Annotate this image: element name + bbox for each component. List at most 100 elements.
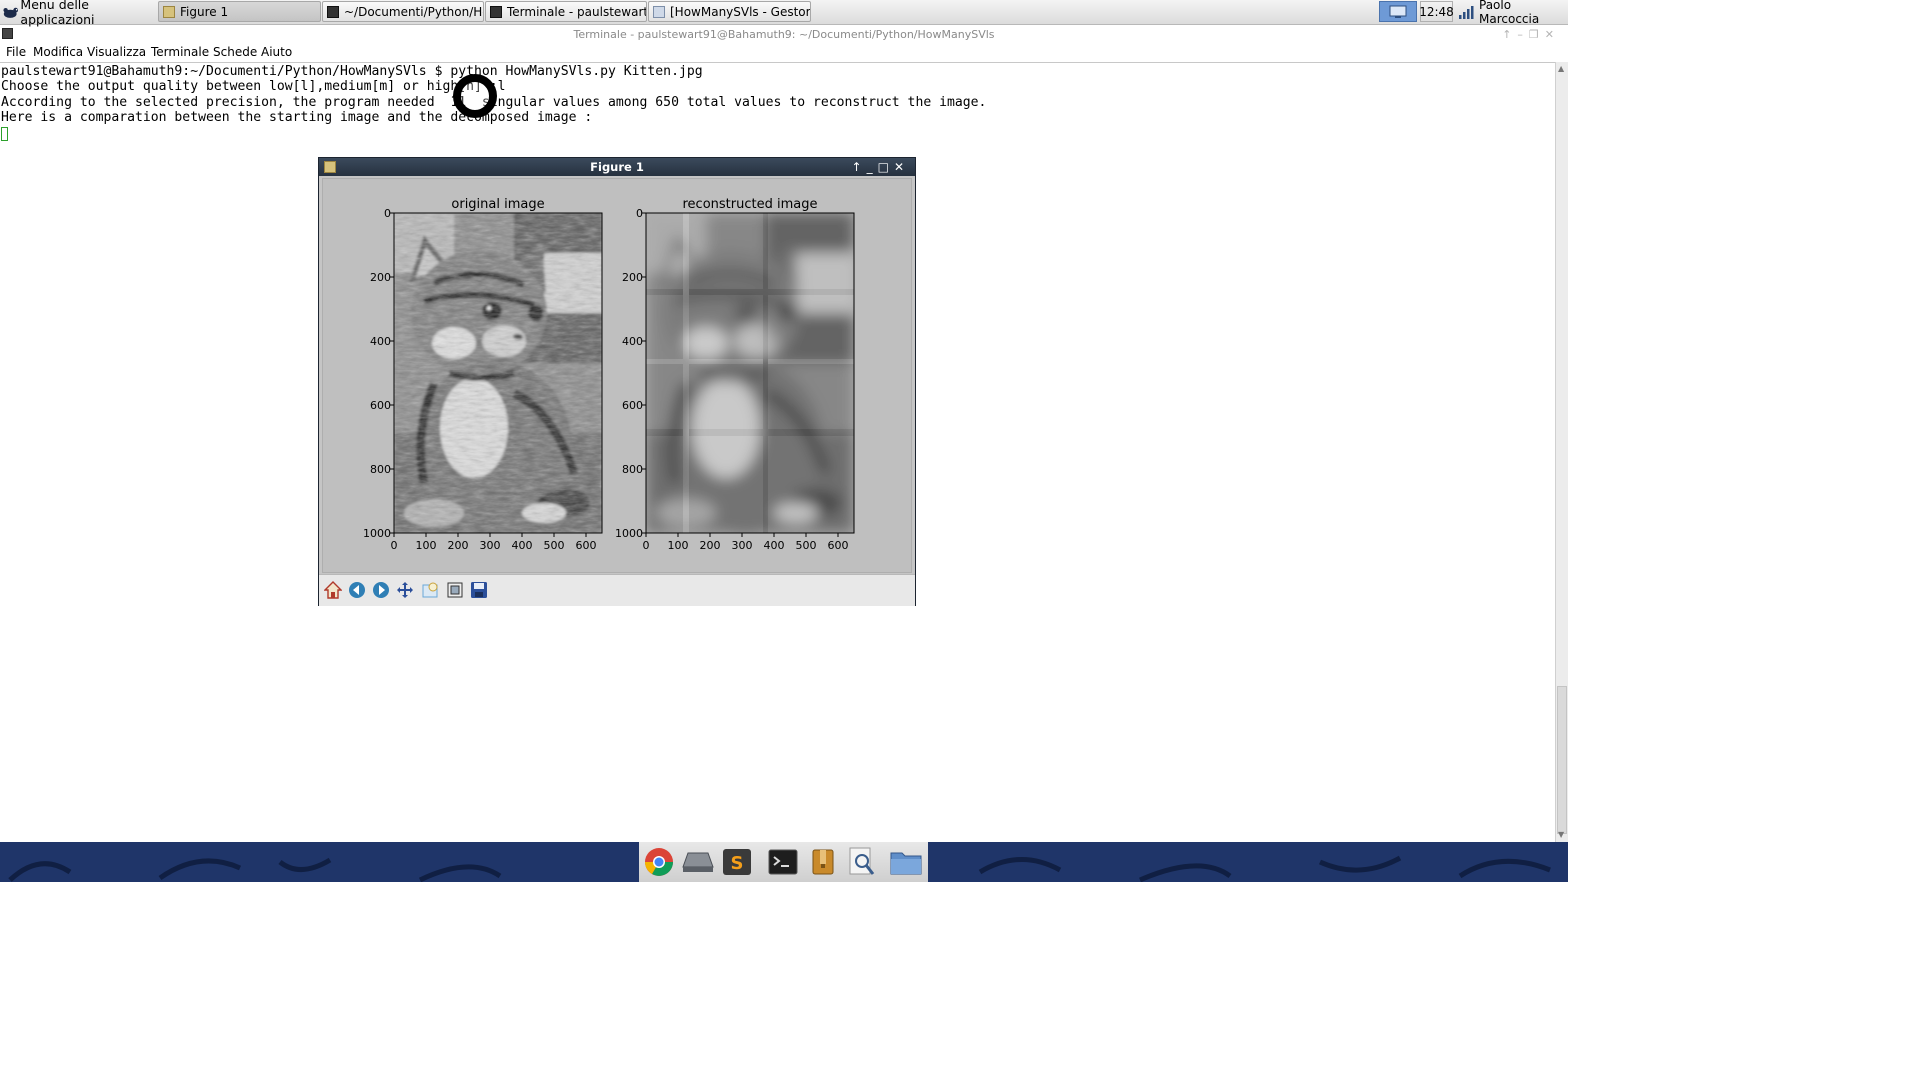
- toolbar-save-button[interactable]: [469, 580, 489, 600]
- zoom-rect-icon: [422, 582, 438, 598]
- chrome-icon: [645, 848, 673, 876]
- menu-modifica[interactable]: Modifica: [33, 45, 83, 59]
- sublime-text-icon: S: [723, 849, 751, 875]
- x-tick-label: 100: [416, 539, 437, 552]
- dock-sublime-text[interactable]: S: [721, 847, 753, 877]
- y-tick-label: 1000: [615, 527, 643, 540]
- y-tick-label: 400: [370, 335, 391, 348]
- toolbar-home-button[interactable]: [323, 580, 343, 600]
- dock-file-manager[interactable]: [890, 847, 922, 877]
- menu-aiuto[interactable]: Aiuto: [261, 45, 292, 59]
- y-tick-label: 800: [622, 463, 643, 476]
- taskbar-item-terminal[interactable]: Terminale - paulstewart...: [485, 1, 647, 22]
- pan-move-icon: [397, 582, 413, 598]
- axes-title-reconstructed: reconstructed image: [683, 197, 818, 212]
- menu-visualizza[interactable]: Visualizza: [87, 45, 146, 59]
- close-icon[interactable]: ✕: [1545, 28, 1560, 41]
- dock-drive[interactable]: [682, 847, 714, 877]
- y-tick-label: 600: [622, 399, 643, 412]
- menu-file[interactable]: File: [6, 45, 26, 59]
- forward-arrow-icon: [373, 582, 389, 598]
- maximize-icon[interactable]: ❐: [1529, 28, 1545, 41]
- terminal-line: Here is a comparation between the starti…: [1, 110, 593, 125]
- user-menu[interactable]: Paolo Marcoccia: [1479, 0, 1567, 26]
- x-tick-label: 400: [512, 539, 533, 552]
- top-panel: Menu delle applicazioni Figure 1 ~/Docum…: [0, 0, 1568, 27]
- figure-window-title: Figure 1: [590, 160, 644, 174]
- close-icon[interactable]: ✕: [894, 160, 909, 174]
- toolbar-pan-button[interactable]: [395, 580, 415, 600]
- dock-image-viewer[interactable]: [846, 847, 878, 877]
- minimize-icon[interactable]: –: [1517, 28, 1529, 41]
- x-tick-label: 600: [828, 539, 849, 552]
- archive-manager-icon: [812, 849, 834, 875]
- terminal-cursor: [1, 127, 8, 141]
- figure-plot: original image reconstructed image 0 100 2…: [363, 197, 855, 552]
- scroll-down-icon[interactable]: ▼: [1558, 830, 1564, 839]
- matplotlib-icon: [163, 5, 175, 18]
- taskbar-item-file-manager[interactable]: [HowManySVls - Gestor...: [648, 1, 811, 22]
- x-tick-label: 300: [480, 539, 501, 552]
- taskbar-item-label: [HowManySVls - Gestor...: [670, 4, 811, 19]
- dock-archive-manager[interactable]: [807, 847, 839, 877]
- applications-menu-label: Menu delle applicazioni: [20, 0, 95, 27]
- y-tick-label: 600: [370, 399, 391, 412]
- clock[interactable]: 12:48: [1419, 1, 1454, 22]
- figure-titlebar[interactable]: Figure 1 ↑_□✕: [319, 158, 915, 176]
- window-controls[interactable]: ↑–❐✕: [1502, 25, 1560, 44]
- toolbar-zoom-button[interactable]: [420, 580, 440, 600]
- terminal-icon: [768, 849, 798, 875]
- signal-strength-icon: [1459, 5, 1474, 19]
- toolbar-subplots-button[interactable]: [445, 580, 465, 600]
- terminal-titlebar[interactable]: Terminale - paulstewart91@Bahamuth9: ~/D…: [0, 25, 1568, 44]
- axes-title-original: original image: [451, 197, 544, 212]
- matplotlib-icon: [324, 161, 336, 173]
- toolbar-back-button[interactable]: [347, 580, 367, 600]
- window-up-icon[interactable]: ↑: [1502, 28, 1517, 41]
- toolbar-forward-button[interactable]: [371, 580, 391, 600]
- scrollbar-thumb[interactable]: [1557, 686, 1567, 834]
- taskbar-item-label: ~/Documenti/Python/Ho...: [344, 4, 483, 19]
- terminal-window-icon: [2, 28, 13, 39]
- window-up-icon[interactable]: ↑: [852, 160, 867, 174]
- menu-terminale[interactable]: Terminale: [151, 45, 209, 59]
- taskbar-item-figure1[interactable]: Figure 1: [158, 1, 321, 22]
- figure-canvas[interactable]: original image reconstructed image 0 100 2…: [322, 178, 912, 573]
- reconstructed-image-raster: [646, 213, 854, 533]
- taskbar-item-terminal-documenti[interactable]: ~/Documenti/Python/Ho...: [322, 1, 484, 22]
- y-tick-label: 400: [622, 335, 643, 348]
- terminal-line: paulstewart91@Bahamuth9:~/Documenti/Pyth…: [1, 64, 703, 79]
- terminal-icon: [490, 5, 502, 18]
- y-tick-label: 200: [370, 271, 391, 284]
- figure-window[interactable]: Figure 1 ↑_□✕ original image reconstruct…: [318, 157, 916, 606]
- network-indicator[interactable]: [1456, 1, 1476, 22]
- folder-icon: [653, 5, 665, 18]
- application-dock: S: [639, 842, 928, 882]
- configure-subplots-icon: [447, 582, 463, 598]
- y-tick-label: 0: [384, 207, 391, 220]
- workspace-switcher-icon: [1389, 5, 1407, 18]
- dock-chrome[interactable]: [643, 847, 675, 877]
- xfce-mouse-icon: [3, 7, 19, 18]
- terminal-scrollbar[interactable]: ▲ ▼: [1555, 62, 1568, 842]
- terminal-line: Choose the output quality between low[l]…: [1, 79, 506, 94]
- menu-schede[interactable]: Schede: [213, 45, 257, 59]
- y-tick-label: 1000: [363, 527, 391, 540]
- dock-terminal[interactable]: [767, 847, 799, 877]
- x-tick-label: 500: [796, 539, 817, 552]
- save-icon: [471, 582, 487, 598]
- applications-menu-button[interactable]: Menu delle applicazioni: [2, 0, 154, 27]
- bottom-panel: S: [0, 842, 1568, 882]
- original-image-raster: [394, 213, 602, 533]
- y-tick-label: 200: [622, 271, 643, 284]
- y-tick-label: 800: [370, 463, 391, 476]
- home-icon: [324, 581, 342, 599]
- workspace-switcher[interactable]: [1379, 1, 1417, 22]
- back-arrow-icon: [349, 582, 365, 598]
- terminal-menubar: File Modifica Visualizza Terminale Sched…: [0, 44, 1568, 62]
- maximize-icon[interactable]: □: [878, 160, 894, 174]
- x-tick-label: 0: [643, 539, 650, 552]
- terminal-icon: [327, 5, 339, 18]
- scroll-up-icon[interactable]: ▲: [1558, 64, 1564, 73]
- minimize-icon[interactable]: _: [867, 160, 878, 174]
